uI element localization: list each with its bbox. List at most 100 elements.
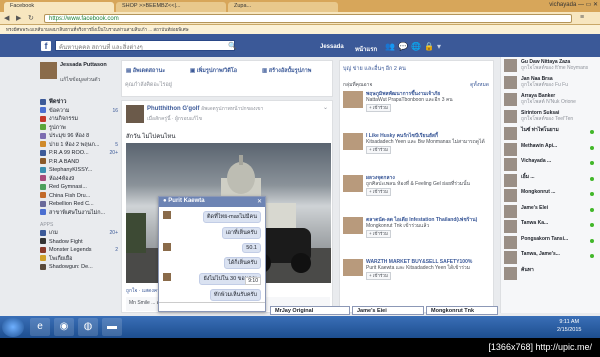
sidebar-friend[interactable]: ไนซ์ ท่าไพโนยาม (504, 127, 598, 141)
tab-update-status[interactable]: ▤ อัพเดตสถานะ (126, 67, 165, 75)
sidebar-item[interactable]: ฟีดข่าว (40, 98, 118, 107)
tab-facebook[interactable]: Facebook (4, 2, 114, 12)
post-author-avatar[interactable] (126, 105, 144, 123)
chat-input[interactable] (159, 302, 265, 311)
friend-requests-icon[interactable]: 👥 (385, 42, 395, 51)
search-input[interactable]: ค้นหาบุคคล สถานที่ และสิ่งต่างๆ (55, 40, 235, 51)
sidebar-friend[interactable]: Methawin Api... (504, 142, 598, 157)
friend-avatar (504, 110, 517, 123)
status-input[interactable]: คุณกำลังคิดอะไรอยู่ (125, 81, 172, 89)
sidebar-item[interactable]: StephanyKISSY... (40, 166, 118, 175)
sidebar-friend[interactable]: Jame's Elei (504, 204, 598, 219)
join-button[interactable]: + เข้าร่วม (366, 272, 391, 280)
group-photo[interactable] (343, 133, 363, 150)
sidebar-friend[interactable]: Jan Naa Brsa ถูกใจโพสต์ของ Fu Fu (504, 76, 598, 92)
app-item[interactable]: Shadow Fight (40, 238, 118, 247)
sidebar-item[interactable]: รูปภาพ (40, 124, 118, 133)
app-icon (40, 229, 46, 236)
group-photo[interactable] (343, 259, 363, 276)
group-photo[interactable] (343, 91, 363, 108)
url-input[interactable]: https://www.facebook.com (44, 14, 572, 23)
nav-icon (40, 98, 46, 105)
join-button[interactable]: + เข้าร่วม (366, 104, 391, 112)
sidebar-friend[interactable]: Arraya Banker ถูกใจโพสต์ N'Nuk Orione (504, 93, 598, 109)
sidebar-item[interactable]: Red Gymnasi... (40, 183, 118, 192)
chat-tab-3[interactable]: Mongkonrut Tnk (426, 306, 498, 315)
sidebar-friend[interactable]: เอิ้ม ... (504, 173, 598, 188)
settings-icon[interactable]: ▾ (437, 42, 441, 51)
post-time[interactable]: เมื่อสักครู่นี้ · ผู้กรอบแก้ไข (147, 115, 202, 123)
tab-zupa[interactable]: Zupa... (228, 2, 338, 12)
sidebar-friend[interactable]: Pongsakorn Tansi... (504, 235, 598, 250)
search-icon[interactable]: 🔍 (228, 42, 237, 50)
app-item[interactable]: เกม 20+ (40, 229, 118, 238)
chat-header[interactable]: ● Purit Kaewta (159, 197, 265, 207)
reload-icon[interactable]: ↻ (28, 14, 34, 22)
sidebar-item[interactable]: P.R.A BAND (40, 158, 118, 167)
sidebar-friend[interactable]: Gu Daw Nittaya Zaza ถูกใจโพสต์ของ ft'me N… (504, 59, 598, 75)
see-all-link[interactable]: ดูทั้งหมด (470, 81, 489, 89)
app-item[interactable]: Monster Legends 2 (40, 246, 118, 255)
ie-icon[interactable]: e (30, 318, 50, 336)
online-status-icon (590, 254, 594, 258)
composer: ▤ อัพเดตสถานะ ▣ เพิ่มรูปภาพ/วิดีโอ ▥ สร้… (121, 60, 333, 97)
sidebar-item[interactable]: P.R.A 99 ROO... 20+ (40, 149, 118, 158)
online-status-icon (590, 238, 594, 243)
bookmarks-bar[interactable]: ทรงมีศพพระมเหสีนามลงมาสิบฮานที่จริงการยิ… (0, 25, 600, 34)
profile-link[interactable]: Jessada (320, 44, 344, 50)
menu-icon[interactable]: ≡ (580, 14, 584, 21)
chat-tab-2[interactable]: Jame's Eiei (352, 306, 424, 315)
tab-shop[interactable]: SHOP >>BEEMBZ<<|... (116, 2, 226, 12)
folder-icon[interactable]: ▬ (102, 318, 122, 336)
sidebar-item[interactable]: ห้อง4ห้อง9 (40, 175, 118, 184)
sidebar-item[interactable]: China Fish Dru... (40, 192, 118, 201)
chrome-icon[interactable]: ◉ (54, 318, 74, 336)
sidebar-friend[interactable]: Vichayada ... (504, 158, 598, 172)
chevron-down-icon[interactable]: ⌄ (323, 104, 328, 111)
profile-name[interactable]: Jessada Puttason (60, 62, 118, 68)
group-photo[interactable] (343, 217, 363, 234)
sidebar-friend[interactable]: Mongkonrut ... (504, 189, 598, 203)
join-button[interactable]: + เข้าร่วม (366, 230, 391, 238)
tab-create-album[interactable]: ▥ สร้างอัลบั้มรูปภาพ (262, 67, 311, 75)
suggestions-header[interactable]: บุญ่ ข่าย และอื่นๆ อีก 2 คน (343, 65, 406, 73)
back-icon[interactable]: ◀ (4, 14, 9, 22)
edit-profile-link[interactable]: แก้ไขข้อมูลส่วนตัว (60, 76, 118, 84)
messages-icon[interactable]: 💬 (398, 42, 408, 51)
app-item[interactable]: Shadowgun: De... (40, 263, 118, 272)
sidebar-friend[interactable]: Sirintorn Suksai ถูกใจโพสต์ของ Teel'Ten (504, 110, 598, 126)
window-controls[interactable]: vichayada — ▭ ✕ (549, 1, 598, 8)
sidebar-item[interactable]: ข้อความ 16 (40, 107, 118, 116)
system-clock[interactable]: 9:11 AM 2/15/2015 (557, 318, 581, 334)
sidebar-item[interactable]: Rebellion Red C... (40, 200, 118, 209)
start-button[interactable] (2, 317, 24, 337)
join-button[interactable]: + เข้าร่วม (366, 188, 391, 196)
apps-header: APPS (40, 222, 54, 228)
tab-add-photo[interactable]: ▣ เพิ่มรูปภาพ/วิดีโอ (190, 67, 237, 75)
sidebar-item[interactable]: ปาย 1 ห้อง 2 พฤษภ... 5 (40, 141, 118, 150)
home-link[interactable]: หน้าแรก (355, 44, 377, 54)
facebook-logo-icon[interactable]: f (41, 41, 51, 51)
avatar[interactable] (40, 62, 57, 79)
address-bar: ◀ ▶ ↻ https://www.facebook.com ≡ (0, 12, 600, 25)
sidebar-friend[interactable]: ค้นหา (504, 266, 598, 281)
join-button[interactable]: + เข้าร่วม (366, 146, 391, 154)
forward-icon[interactable]: ▶ (16, 14, 21, 22)
group-photo[interactable] (343, 175, 363, 192)
app-item[interactable]: โพเกี้ยเยื้อ (40, 255, 118, 264)
notifications-icon[interactable]: 🌐 (411, 42, 421, 51)
chat-avatar (163, 211, 171, 219)
close-icon[interactable]: ✕ (257, 198, 262, 205)
sidebar-friend[interactable]: Tanwa, Jame's... (504, 251, 598, 265)
sidebar-item[interactable]: ประมุข 96 ห้อง 8 (40, 132, 118, 141)
nav-count: 20+ (109, 150, 118, 156)
chat-window: ● Purit Kaewta ✕ ติดที่ไทย-maxไม่มีคน เอา… (158, 196, 266, 312)
sidebar-item[interactable]: สาขาพิเศษในงานไม่ก... (40, 209, 118, 218)
sidebar-friend[interactable]: Tanwa Ka... (504, 220, 598, 234)
sidebar-item[interactable]: งานกิจกรรม (40, 115, 118, 124)
chat-tab-1[interactable]: MrJay Original (270, 306, 350, 315)
online-status-icon (590, 176, 594, 181)
firefox-icon[interactable]: ◍ (78, 318, 98, 336)
privacy-icon[interactable]: 🔒 (424, 42, 434, 51)
post-author[interactable]: Phutthithon G'golf (147, 106, 199, 112)
